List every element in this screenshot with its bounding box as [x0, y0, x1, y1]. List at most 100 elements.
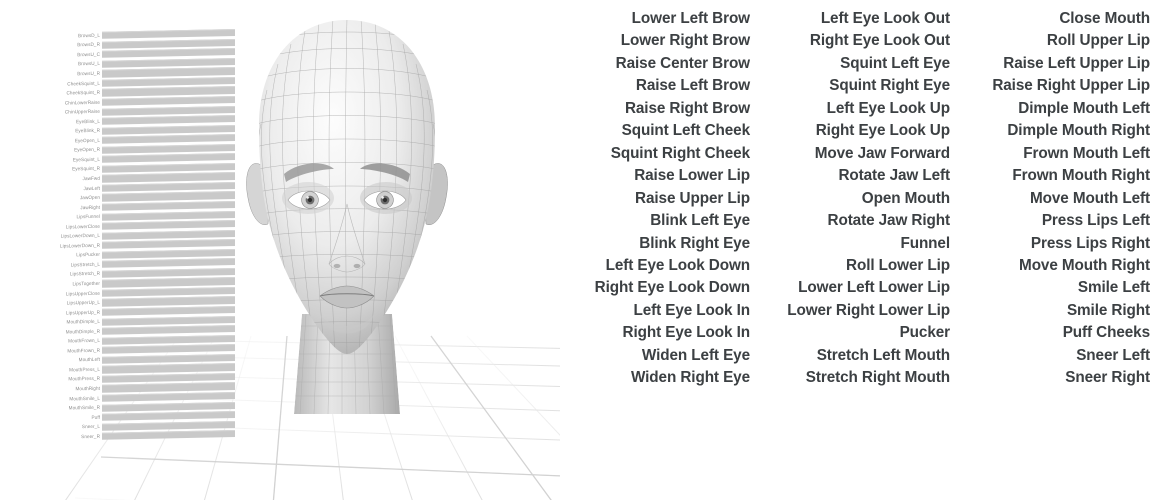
blendshape-label: Dimple Mouth Left	[1018, 99, 1150, 117]
blendshape-label: Raise Right Brow	[624, 99, 750, 117]
blendshape-label: Funnel	[900, 234, 950, 252]
slider-label: LipsFunnel	[76, 213, 100, 220]
slider-label: EyeSquint_L	[72, 156, 100, 163]
blendshape-label: Lower Left Lower Lip	[798, 279, 950, 297]
blendshape-label: Left Eye Look In	[633, 301, 750, 319]
slider-label: LipsUpperUp_L	[66, 299, 100, 306]
slider-label: LipsLowerClose	[65, 223, 100, 230]
blendshape-label: Raise Center Brow	[615, 54, 750, 72]
3d-face-rig-viewport[interactable]: BrowsD_L BrowsD_R BrowsU_C BrowsU_L BrowsU_R…	[0, 0, 560, 500]
blendshape-label: Press Lips Left	[1041, 212, 1150, 230]
slider-label: EyeBlink_R	[75, 127, 100, 134]
slider-label: Sneer_R	[81, 433, 100, 439]
slider-label: MouthSmile_R	[68, 404, 100, 411]
slider-label: JawRight	[80, 204, 100, 210]
slider-label: LipsTogether	[72, 280, 100, 287]
blendshape-label: Puff Cheeks	[1062, 324, 1150, 342]
slider-label: JawFwd	[82, 175, 100, 182]
slider-label: MouthDimple_R	[65, 328, 100, 335]
slider-label: MouthDimple_L	[66, 318, 100, 325]
slider-label: LipsLowerDown_R	[59, 242, 100, 249]
blendshape-label: Smile Left	[1077, 279, 1150, 297]
blendshape-label: Squint Right Eye	[829, 77, 950, 95]
blendshape-label: Right Eye Look Up	[815, 122, 950, 140]
blendshape-label: Blink Left Eye	[650, 212, 750, 230]
blendshape-label: Widen Left Eye	[641, 346, 750, 364]
blendshape-label: Move Mouth Left	[1029, 189, 1150, 207]
slider-label: MouthPress_L	[69, 366, 100, 373]
blendshape-label: Raise Left Brow	[635, 77, 750, 95]
slider-label: BrowsD_R	[77, 41, 100, 48]
slider-label: EyeBlink_L	[76, 118, 100, 125]
slider-label: EyeOpen_R	[74, 146, 100, 153]
blendshape-label: Rotate Jaw Left	[838, 167, 950, 185]
blendshape-label: Squint Left Eye	[840, 54, 950, 72]
blendshape-name-columns: Lower Left Brow Lower Right Brow Raise Cen…	[560, 0, 1160, 500]
column-2: Left Eye Look Out Right Eye Look Out Squin…	[760, 8, 960, 500]
slider-label: MouthFrown_R	[67, 347, 100, 354]
blendshape-label: Raise Right Upper Lip	[992, 77, 1150, 95]
slider-label: BrowsU_C	[77, 51, 100, 58]
column-1: Lower Left Brow Lower Right Brow Raise Cen…	[560, 8, 760, 500]
blendshape-label: Dimple Mouth Right	[1007, 122, 1150, 140]
blendshape-slider-panel[interactable]: BrowsD_L BrowsD_R BrowsU_C BrowsU_L BrowsU_R…	[40, 28, 235, 482]
blendshape-label: Lower Right Brow	[620, 32, 750, 50]
blendshape-label: Stretch Right Mouth	[805, 369, 950, 387]
slider-label: Puff	[91, 414, 101, 420]
slider-label: BrowsU_R	[77, 70, 100, 77]
blendshape-label: Roll Lower Lip	[846, 256, 950, 274]
blendshape-label: Sneer Left	[1076, 346, 1150, 364]
slider-label: LipsStretch_R	[69, 271, 100, 277]
slider-label: Sneer_L	[81, 423, 100, 430]
slider-label: EyeOpen_L	[74, 137, 100, 144]
blendshape-label: Squint Left Cheek	[621, 122, 750, 140]
slider-label: EyeSquint_R	[72, 166, 100, 172]
blendshape-label: Move Mouth Right	[1019, 256, 1150, 274]
screenshot-root: BrowsD_L BrowsD_R BrowsU_C BrowsU_L BrowsU_R…	[0, 0, 1160, 500]
blendshape-label: Pucker	[899, 324, 951, 342]
blendshape-label: Left Eye Look Down	[605, 256, 750, 274]
blendshape-label: Lower Right Lower Lip	[787, 301, 950, 319]
slider-label: LipsUpperClose	[65, 290, 100, 297]
blendshape-label: Squint Right Cheek	[610, 144, 750, 162]
blendshape-label: Frown Mouth Right	[1012, 167, 1150, 185]
slider-label: MouthLeft	[78, 356, 100, 363]
slider-label: MouthSmile_L	[69, 395, 100, 402]
blendshape-label: Left Eye Look Up	[826, 99, 950, 117]
slider-label: LipsPucker	[76, 251, 100, 258]
blendshape-label: Smile Right	[1066, 301, 1150, 319]
blendshape-label: Lower Left Brow	[631, 10, 750, 27]
blendshape-label: Close Mouth	[1059, 10, 1150, 27]
blendshape-label: Roll Upper Lip	[1046, 32, 1150, 50]
blendshape-label: Raise Upper Lip	[635, 189, 750, 207]
blendshape-label: Blink Right Eye	[639, 234, 750, 252]
blendshape-label: Right Eye Look Out	[809, 32, 950, 50]
blendshape-label: Widen Right Eye	[630, 369, 750, 387]
slider-label: ChinUpperRaise	[64, 108, 100, 115]
wireframe-head-model[interactable]	[232, 14, 462, 414]
slider-label: LipsLowerDown_L	[60, 232, 100, 239]
blendshape-label: Rotate Jaw Right	[827, 212, 951, 230]
blendshape-label: Sneer Right	[1065, 369, 1150, 387]
blendshape-label: Raise Left Upper Lip	[1003, 54, 1150, 72]
blendshape-label: Stretch Left Mouth	[816, 346, 950, 364]
slider-label: LipsUpperUp_R	[66, 309, 100, 316]
slider-label: CheekSquint_L	[67, 80, 100, 87]
slider-label: JawLeft	[83, 185, 100, 191]
slider-label: MouthRight	[75, 385, 101, 392]
slider-label: ChinLowerRaise	[64, 99, 100, 106]
column-3: Close Mouth Roll Upper Lip Raise Left Uppe…	[960, 8, 1160, 500]
slider-label: BrowsD_L	[78, 32, 100, 39]
blendshape-label: Frown Mouth Left	[1023, 144, 1150, 162]
blendshape-label: Right Eye Look In	[622, 324, 751, 342]
blendshape-label: Raise Lower Lip	[634, 167, 750, 185]
blendshape-label: Move Jaw Forward	[814, 144, 950, 162]
slider-label: MouthPress_R	[68, 376, 100, 382]
blendshape-label: Press Lips Right	[1030, 234, 1150, 252]
slider-label: MouthFrown_L	[68, 337, 100, 344]
slider-label: JawOpen	[79, 194, 100, 201]
slider-track[interactable]	[102, 430, 235, 441]
blendshape-label: Right Eye Look Down	[594, 279, 750, 297]
slider-label: CheekSquint_R	[66, 89, 100, 96]
blendshape-label: Left Eye Look Out	[820, 10, 950, 27]
